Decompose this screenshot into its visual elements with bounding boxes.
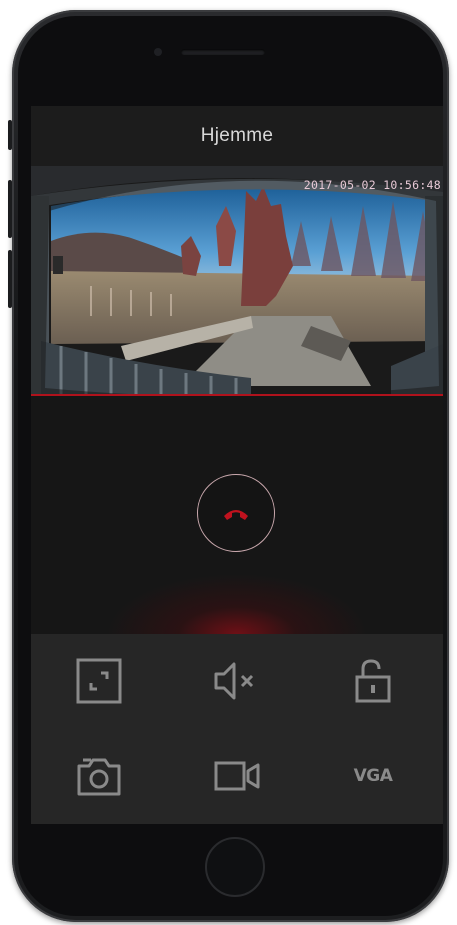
speaker-muted-icon — [214, 662, 254, 700]
front-camera — [154, 48, 162, 56]
vga-label: VGA — [353, 766, 393, 786]
volume-down-button — [8, 250, 12, 308]
vga-quality-button[interactable]: VGA — [343, 746, 403, 806]
video-frame-image — [31, 166, 443, 394]
unlock-icon — [355, 659, 391, 703]
doorbell-video-feed[interactable]: 2017-05-02 10:56:48 — [31, 166, 443, 394]
video-timestamp: 2017-05-02 10:56:48 — [303, 178, 441, 192]
home-button[interactable] — [205, 837, 265, 897]
snapshot-button[interactable] — [69, 746, 129, 806]
controls-panel: VGA — [31, 634, 443, 824]
camera-snapshot-icon — [77, 758, 121, 796]
fullscreen-button[interactable] — [69, 651, 129, 711]
header-bar: Hjemme — [31, 106, 443, 166]
earpiece-speaker — [181, 49, 265, 55]
app-screen: Hjemme 2017-05-02 10:56:48 VGA — [31, 106, 443, 824]
call-area — [31, 396, 443, 634]
mute-audio-button[interactable] — [208, 651, 268, 711]
fullscreen-icon — [76, 658, 122, 704]
silent-switch — [8, 120, 12, 150]
phone-hangup-icon — [224, 510, 248, 520]
hang-up-button[interactable] — [197, 474, 275, 552]
volume-up-button — [8, 180, 12, 238]
page-title: Hjemme — [200, 125, 274, 146]
record-video-button[interactable] — [208, 746, 268, 806]
video-record-icon — [214, 761, 260, 791]
unlock-door-button[interactable] — [343, 651, 403, 711]
